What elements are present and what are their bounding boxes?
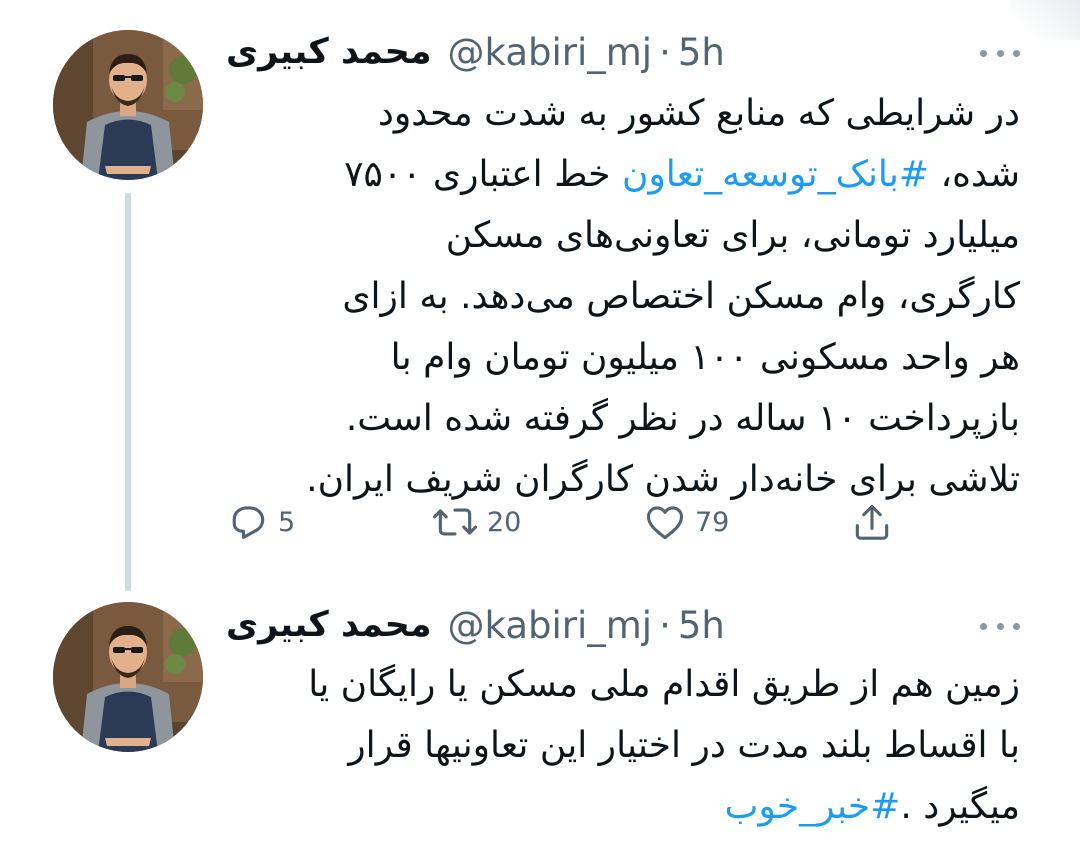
retweet-count: 20 [487,506,522,538]
author-name[interactable]: محمد کبیری [226,605,432,645]
tweet-text-line: میلیارد تومانی، برای تعاونی‌های مسکن [445,215,1020,256]
avatar[interactable] [53,602,203,752]
tweet-timestamp[interactable]: 5h [678,604,725,647]
tweet-text-line: شده، #بانک_توسعه_تعاون خط اعتباری ۷۵۰۰ [344,154,1020,195]
tweet-text-line: کارگری، وام مسکن اختصاص می‌دهد. به ازای [342,276,1020,317]
author-name[interactable]: محمد کبیری [226,32,432,72]
like-button[interactable]: 79 [643,497,729,547]
author-handle[interactable]: @kabiri_mj [448,604,653,647]
share-button[interactable] [850,497,894,547]
tweet-header: محمد کبیری @kabiri_mj · 5h [226,595,1020,655]
reply-button[interactable]: 5 [226,497,295,547]
tweet-actions: 5 20 79 [226,497,906,547]
author-handle[interactable]: @kabiri_mj [448,31,653,74]
retweet-button[interactable]: 20 [431,497,521,547]
like-count: 79 [695,506,730,538]
heart-icon [646,506,684,540]
tweet-1[interactable]: محمد کبیری @kabiri_mj · 5h در شرایطی که … [0,0,1080,591]
reply-count: 5 [278,506,296,538]
tweet-text: در شرایطی که منابع کشور به شدت محدود شده… [226,83,1020,510]
retweet-icon [432,508,478,536]
tweet-text-line: بازپرداخت ۱۰ ساله در نظر گرفته شده است. [345,398,1020,439]
tweet-text-line: با اقساط بلند مدت در اختیار این تعاونیها… [348,725,1020,766]
avatar-photo [53,602,203,752]
tweet-text-line: میگیرد .#خبر_خوب [724,786,1020,827]
avatar-photo [53,30,203,180]
hashtag-link[interactable]: #بانک_توسعه_تعاون [622,154,929,195]
tweet-2[interactable]: محمد کبیری @kabiri_mj · 5h زمین هم از طر… [0,590,1080,841]
share-icon [855,504,889,540]
header-separator: · [659,30,671,74]
tweet-text-line: هر واحد مسکونی ۱۰۰ میلیون تومان وام با [390,337,1020,378]
tweet-header: محمد کبیری @kabiri_mj · 5h [226,22,1020,82]
thread-connector-line [125,193,131,591]
hashtag-link[interactable]: #خبر_خوب [724,786,900,827]
reply-icon [232,506,265,539]
tweet-text-line: در شرایطی که منابع کشور به شدت محدود [377,93,1020,134]
tweet-text-line: زمین هم از طریق اقدام ملی مسکن یا رایگان… [308,664,1020,705]
tweet-text: زمین هم از طریق اقدام ملی مسکن یا رایگان… [226,654,1020,837]
avatar[interactable] [53,30,203,180]
more-options-icon[interactable] [980,43,1020,63]
header-separator: · [659,603,671,647]
tweet-timestamp[interactable]: 5h [678,31,725,74]
more-options-icon[interactable] [980,616,1020,636]
